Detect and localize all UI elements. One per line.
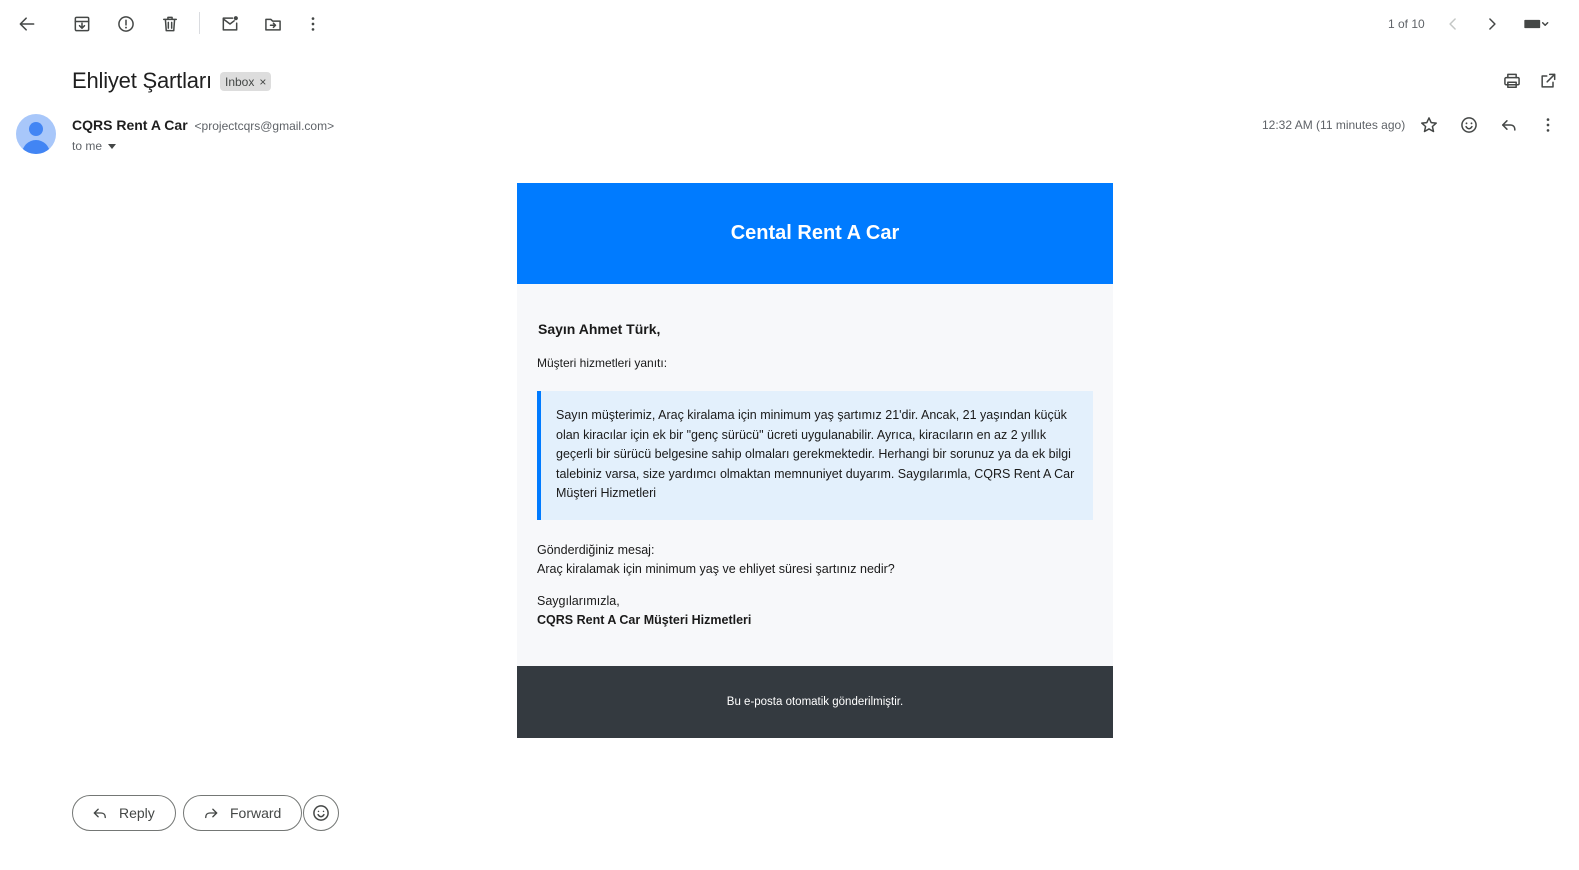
delete-button[interactable] [154, 8, 186, 40]
sent-message-text: Araç kiralamak için minimum yaş ve ehliy… [537, 561, 895, 576]
sent-message-label: Gönderdiğiniz mesaj: [537, 542, 655, 557]
email-footer: Bu e-posta otomatik gönderilmiştir. [517, 666, 1113, 738]
older-button[interactable] [1476, 8, 1508, 40]
forward-icon [205, 808, 218, 819]
add-reaction-button[interactable] [1453, 109, 1485, 141]
input-tools-button[interactable] [1516, 8, 1556, 40]
message-timestamp: 12:32 AM (11 minutes ago) [1262, 118, 1406, 132]
archive-button[interactable] [66, 8, 98, 40]
more-vertical-icon [311, 17, 315, 31]
support-reply-quote: Sayın müşterimiz, Araç kiralama için min… [537, 391, 1093, 520]
chevron-left-icon [1449, 18, 1456, 30]
forward-button[interactable]: Forward [183, 795, 303, 831]
emoji-icon [1461, 117, 1477, 133]
sign-off: Saygılarımızla, [537, 593, 620, 608]
remove-label-button[interactable]: × [259, 75, 266, 89]
react-emoji-button[interactable] [303, 795, 339, 831]
sender-info: CQRS Rent A Car <projectcqrs@gmail.com> [72, 117, 334, 133]
label-text: Inbox [225, 74, 255, 89]
toolbar-divider [199, 12, 200, 34]
chevron-right-icon [1489, 18, 1496, 30]
star-icon [1421, 117, 1437, 133]
keyboard-icon [1524, 19, 1549, 29]
pager-count: 1 of 10 [1388, 17, 1425, 31]
newer-button[interactable] [1437, 8, 1469, 40]
more-options-button[interactable] [297, 8, 329, 40]
arrow-back-icon [19, 17, 35, 31]
signature-name: CQRS Rent A Car Müşteri Hizmetleri [537, 612, 752, 627]
open-in-new-icon [1541, 73, 1556, 88]
email-content: Cental Rent A Car Sayın Ahmet Türk, Müşt… [517, 183, 1113, 738]
print-button[interactable] [1496, 65, 1528, 97]
inbox-label-chip[interactable]: Inbox × [220, 72, 272, 91]
archive-icon [74, 16, 90, 32]
email-body: Sayın Ahmet Türk, Müşteri hizmetleri yan… [517, 284, 1113, 666]
avatar-head-shape [29, 122, 43, 136]
star-button[interactable] [1413, 109, 1445, 141]
sender-email: <projectcqrs@gmail.com> [194, 119, 335, 133]
print-icon [1504, 73, 1520, 88]
mark-unread-button[interactable] [214, 8, 246, 40]
email-header-banner: Cental Rent A Car [517, 183, 1113, 284]
trash-icon [163, 16, 177, 32]
email-intro: Müşteri hizmetleri yanıtı: [537, 356, 668, 370]
email-subject: Ehliyet Şartları [72, 68, 212, 93]
emoji-icon [313, 805, 329, 821]
mark-unread-icon [222, 16, 238, 31]
reply-button-label: Reply [119, 805, 155, 821]
reply-icon [1502, 120, 1516, 131]
report-spam-icon [118, 16, 134, 32]
sender-name[interactable]: CQRS Rent A Car [72, 117, 188, 133]
email-footer-text: Bu e-posta otomatik gönderilmiştir. [726, 696, 904, 708]
reply-button[interactable]: Reply [72, 795, 176, 831]
reply-icon-button[interactable] [1493, 109, 1525, 141]
avatar-body-shape [22, 140, 50, 154]
more-vertical-icon [1546, 118, 1550, 132]
open-new-window-button[interactable] [1532, 65, 1564, 97]
recipient-text: to me [72, 139, 103, 153]
forward-button-label: Forward [230, 805, 282, 821]
report-spam-button[interactable] [110, 8, 142, 40]
email-greeting: Sayın Ahmet Türk, [538, 321, 661, 337]
back-button[interactable] [11, 8, 43, 40]
caret-down-icon [108, 143, 117, 149]
move-to-folder-icon [265, 18, 281, 31]
message-more-button[interactable] [1532, 109, 1564, 141]
recipient-details-toggle[interactable]: to me [72, 139, 117, 153]
sender-avatar[interactable] [16, 114, 56, 154]
reply-icon [93, 808, 106, 819]
email-header-title: Cental Rent A Car [730, 222, 900, 244]
move-to-button[interactable] [257, 8, 289, 40]
